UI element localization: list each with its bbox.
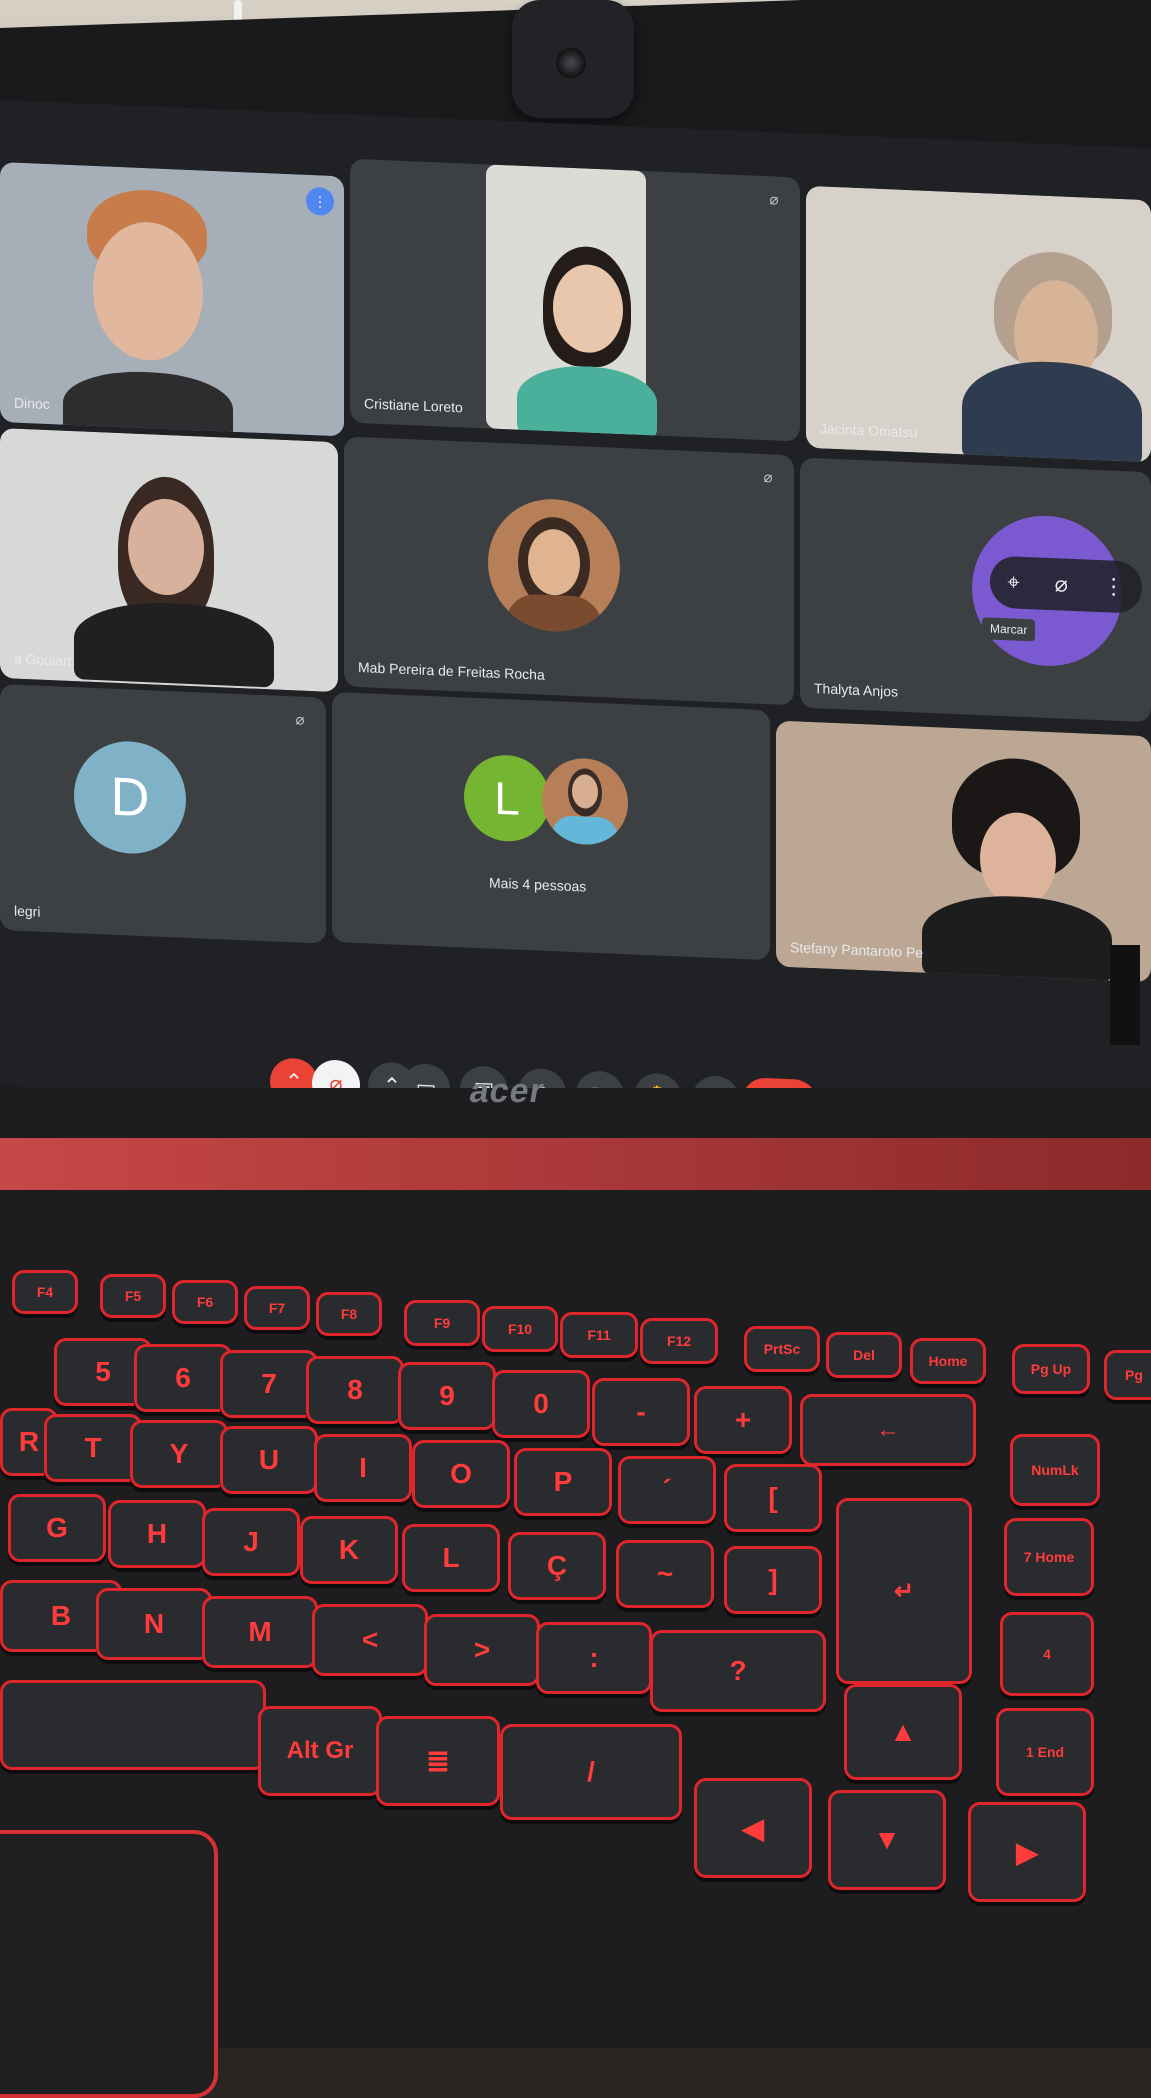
key-f8[interactable]: F8 xyxy=(316,1292,382,1336)
key-greater-than[interactable]: > xyxy=(424,1614,540,1686)
key-arrow-left[interactable]: ◀ xyxy=(694,1778,812,1878)
key-y[interactable]: Y xyxy=(130,1420,228,1488)
key-right-bracket[interactable]: ] xyxy=(724,1546,822,1614)
key-i[interactable]: I xyxy=(314,1434,412,1502)
key-0[interactable]: 0 xyxy=(492,1370,590,1438)
participant-tile-4[interactable]: a Goulart xyxy=(0,428,338,693)
key-menu[interactable]: ≣ xyxy=(376,1716,500,1806)
key-o[interactable]: O xyxy=(412,1440,510,1508)
participant-figure xyxy=(956,228,1146,463)
key-slash[interactable]: / xyxy=(500,1724,682,1820)
participant-tile-9[interactable]: Stefany Pantaroto Pe xyxy=(776,720,1151,983)
key-backspace[interactable]: ← xyxy=(800,1394,976,1466)
key-f4[interactable]: F4 xyxy=(12,1270,78,1314)
key-n[interactable]: N xyxy=(96,1588,212,1660)
participant-name: Dinoc xyxy=(14,394,50,413)
muted-icon: ⌀ xyxy=(763,468,773,487)
participant-tile-5[interactable]: ⌀ Mab Pereira de Freitas Rocha xyxy=(344,436,794,706)
key-numlock[interactable]: NumLk xyxy=(1010,1434,1100,1506)
key-9[interactable]: 9 xyxy=(398,1362,496,1430)
screen-edge xyxy=(1110,945,1140,1045)
key-f10[interactable]: F10 xyxy=(482,1306,558,1352)
muted-icon: ⌀ xyxy=(769,191,779,209)
participant-tile-6[interactable]: ⌖ ⌀ ⋮ Marcar Thalyta Anjos xyxy=(800,457,1151,723)
participant-name: Thalyta Anjos xyxy=(814,680,899,700)
participant-tile-2[interactable]: ⌀ Cristiane Loreto xyxy=(350,158,800,442)
key-f9[interactable]: F9 xyxy=(404,1300,480,1346)
more-participants-label: Mais 4 pessoas xyxy=(489,874,587,895)
key-acute[interactable]: ´ xyxy=(618,1456,716,1524)
key-plus[interactable]: + xyxy=(694,1386,792,1454)
key-f6[interactable]: F6 xyxy=(172,1280,238,1324)
key-j[interactable]: J xyxy=(202,1508,300,1576)
participant-figure xyxy=(517,244,665,440)
touchpad[interactable] xyxy=(0,1830,218,2098)
participant-figure xyxy=(910,754,1120,983)
key-8[interactable]: 8 xyxy=(306,1356,404,1424)
key-m[interactable]: M xyxy=(202,1596,318,1668)
key-bracket[interactable]: [ xyxy=(724,1464,822,1532)
participant-avatar: L xyxy=(464,753,550,844)
key-arrow-down[interactable]: ▼ xyxy=(828,1790,946,1890)
key-home[interactable]: Home xyxy=(910,1338,986,1384)
key-arrow-up[interactable]: ▲ xyxy=(844,1684,962,1780)
key-f12[interactable]: F12 xyxy=(640,1318,718,1364)
participant-avatar-photo xyxy=(488,496,620,634)
key-pgup[interactable]: Pg Up xyxy=(1012,1344,1090,1394)
webcam-lens xyxy=(556,48,586,78)
mute-icon[interactable]: ⌀ xyxy=(1055,571,1068,598)
pin-icon[interactable]: ⌖ xyxy=(1007,569,1019,596)
key-p[interactable]: P xyxy=(514,1448,612,1516)
laptop-hinge xyxy=(0,1138,1151,1190)
participant-tile-8[interactable]: L Mais 4 pessoas xyxy=(332,691,770,961)
key-colon[interactable]: : xyxy=(536,1622,652,1694)
key-u[interactable]: U xyxy=(220,1426,318,1494)
laptop-screen: ⋮ Dinoc ⌀ Cristiane Loreto Jacinta Omats… xyxy=(0,100,1151,1134)
key-c-cedilla[interactable]: Ç xyxy=(508,1532,606,1600)
tile-hover-menu[interactable]: ⌖ ⌀ ⋮ xyxy=(990,555,1142,614)
participant-figure xyxy=(45,164,255,437)
webcam xyxy=(512,0,634,118)
key-f7[interactable]: F7 xyxy=(244,1286,310,1330)
key-arrow-right[interactable]: ▶ xyxy=(968,1802,1086,1902)
more-options-icon[interactable]: ⋮ xyxy=(1103,573,1125,600)
key-tilde[interactable]: ~ xyxy=(616,1540,714,1608)
key-numpad-1[interactable]: 1 End xyxy=(996,1708,1094,1796)
participant-name: legri xyxy=(14,902,41,920)
key-space[interactable] xyxy=(0,1680,266,1770)
participant-name: Cristiane Loreto xyxy=(364,395,463,416)
speaking-indicator-icon: ⋮ xyxy=(306,186,334,216)
key-alt-gr[interactable]: Alt Gr xyxy=(258,1706,382,1796)
key-minus[interactable]: - xyxy=(592,1378,690,1446)
key-f5[interactable]: F5 xyxy=(100,1274,166,1318)
key-f11[interactable]: F11 xyxy=(560,1312,638,1358)
participant-name: a Goulart xyxy=(14,650,72,670)
key-enter[interactable]: ↵ xyxy=(836,1498,972,1684)
key-del[interactable]: Del xyxy=(826,1332,902,1378)
participant-tile-3[interactable]: Jacinta Omatsu xyxy=(806,185,1151,463)
key-less-than[interactable]: < xyxy=(312,1604,428,1676)
key-prtsc[interactable]: PrtSc xyxy=(744,1326,820,1372)
key-l[interactable]: L xyxy=(402,1524,500,1592)
participant-figure xyxy=(66,461,286,690)
participant-name: Mab Pereira de Freitas Rocha xyxy=(358,659,545,683)
participant-tile-1[interactable]: ⋮ Dinoc xyxy=(0,162,344,437)
participant-tile-7[interactable]: D ⌀ legri xyxy=(0,684,326,944)
key-numpad-7[interactable]: 7 Home xyxy=(1004,1518,1094,1596)
key-numpad-4[interactable]: 4 xyxy=(1000,1612,1094,1696)
key-k[interactable]: K xyxy=(300,1516,398,1584)
key-t[interactable]: T xyxy=(44,1414,142,1482)
participant-avatar: D xyxy=(74,739,186,856)
key-question[interactable]: ? xyxy=(650,1630,826,1712)
key-6[interactable]: 6 xyxy=(134,1344,232,1412)
tooltip: Marcar xyxy=(982,617,1036,642)
key-g[interactable]: G xyxy=(8,1494,106,1562)
key-pg[interactable]: Pg xyxy=(1104,1350,1151,1400)
laptop-brand: acer xyxy=(466,1072,548,1110)
key-7[interactable]: 7 xyxy=(220,1350,318,1418)
muted-icon: ⌀ xyxy=(295,711,305,729)
keyboard: F4 F5 F6 F7 F8 F9 F10 F11 F12 PrtSc Del … xyxy=(0,1250,1151,1910)
key-h[interactable]: H xyxy=(108,1500,206,1568)
participant-avatar-photo xyxy=(542,756,628,847)
